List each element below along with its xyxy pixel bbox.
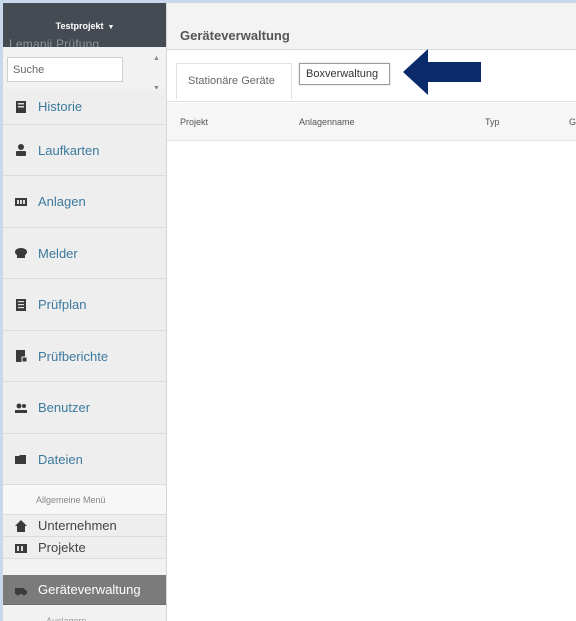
annotation-arrow-icon [403, 49, 481, 95]
route-card-icon [13, 142, 29, 158]
sidebar-item-label: Laufkarten [38, 142, 100, 158]
column-header-typ[interactable]: Typ [485, 117, 500, 127]
report-icon [13, 348, 29, 364]
sidebar-item-label: Projekte [38, 540, 86, 555]
sidebar-item-geraeteverwaltung[interactable]: Geräteverwaltung [3, 575, 166, 605]
project-selector-label: Testprojekt [55, 21, 104, 31]
sidebar-item-benutzer[interactable]: Benutzer [3, 382, 166, 434]
page-title: Geräteverwaltung [180, 28, 290, 43]
search-input[interactable] [7, 57, 123, 82]
tab-bar: Stationäre Geräte Boxverwaltung [167, 50, 576, 102]
tab-boxverwaltung[interactable]: Boxverwaltung [299, 63, 390, 85]
sidebar: Lemanii Prüfung Testprojekt▼ ▲ ▼ Histori… [3, 3, 167, 621]
scroll-up-icon[interactable]: ▲ [153, 55, 160, 62]
sidebar-item-label: Anlagen [38, 194, 86, 209]
sidebar-item-anlagen[interactable]: Anlagen [3, 176, 166, 228]
sidebar-item-historie[interactable]: Historie [3, 89, 166, 125]
project-selector[interactable]: Testprojekt ▼ [3, 21, 166, 31]
projects-icon [13, 540, 29, 556]
sidebar-item-label: Unternehmen [38, 518, 117, 533]
sidebar-item-pruefplan[interactable]: Prüfplan [3, 279, 166, 331]
device-icon [13, 582, 29, 598]
sidebar-header: Lemanii Prüfung Testprojekt ▼ [3, 3, 166, 51]
detector-icon [13, 245, 29, 261]
caret-down-icon: ▼ [107, 24, 115, 31]
table-header: Projekt Anlagenname Typ G [167, 103, 576, 141]
home-icon [13, 518, 29, 534]
sidebar-item-label: Geräteverwaltung [38, 582, 141, 597]
sidebar-item-label: Melder [38, 245, 78, 261]
sidebar-item-label: Prüfplan [38, 297, 87, 312]
sidebar-item-unternehmen[interactable]: Unternehmen [3, 515, 166, 537]
app-window: Lemanii Prüfung Testprojekt▼ ▲ ▼ Histori… [0, 0, 576, 621]
sidebar-item-projekte[interactable]: Projekte [3, 537, 166, 559]
page-header: Geräteverwaltung [167, 3, 576, 50]
installation-icon [13, 194, 29, 210]
tab-stationaere-geraete[interactable]: Stationäre Geräte [176, 63, 292, 99]
main-content: Geräteverwaltung Stationäre Geräte Boxve… [167, 3, 576, 621]
column-header-clipped[interactable]: G [569, 117, 576, 127]
users-icon [13, 400, 29, 416]
sidebar-item-dateien[interactable]: Dateien [3, 434, 166, 485]
sidebar-item-melder[interactable]: Melder [3, 228, 166, 279]
column-header-anlagenname[interactable]: Anlagenname [299, 117, 355, 127]
column-header-projekt[interactable]: Projekt [180, 117, 208, 127]
sidebar-item-label: Historie [38, 99, 83, 114]
sidebar-item-laufkarten[interactable]: Laufkarten [3, 125, 166, 176]
sidebar-item-label: Prüfberichte [38, 348, 109, 364]
general-menu-heading: Allgemeine Menü [3, 485, 166, 515]
sidebar-item-label: Dateien [38, 451, 83, 467]
history-icon [13, 99, 29, 115]
sidebar-item-label: Benutzer [38, 400, 91, 415]
checklist-icon [13, 297, 29, 313]
sidebar-item-pruefberichte[interactable]: Prüfberichte [3, 331, 166, 382]
folder-icon [13, 451, 29, 467]
sidebar-item-auslagern[interactable]: Auslagern [3, 611, 166, 621]
